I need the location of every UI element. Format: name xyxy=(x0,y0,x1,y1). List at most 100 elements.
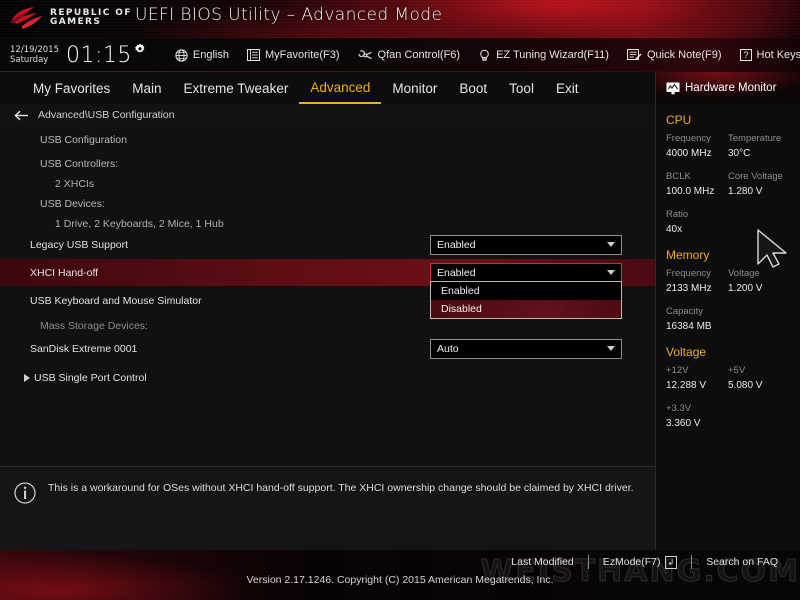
gear-icon[interactable] xyxy=(134,42,146,60)
row-label-xhci-hand-off: XHCI Hand-off xyxy=(30,266,99,279)
row-label-legacy-usb-support: Legacy USB Support xyxy=(30,238,129,251)
hw-key-plus12v: +12V xyxy=(666,365,689,376)
toolbar-label-english: English xyxy=(192,49,229,61)
hw-val-memory-frequency: 2133 MHz xyxy=(666,283,712,294)
hw-row-cpu-2: Ratio 40x xyxy=(656,207,800,239)
page-title: UEFI BIOS Utility – Advanced Mode xyxy=(135,5,443,25)
hw-section-cpu: CPU xyxy=(666,113,692,127)
combo-legacy-usb-support[interactable]: Enabled xyxy=(430,234,622,255)
hw-section-voltage: Voltage xyxy=(666,345,707,359)
hardware-monitor-panel: Hardware Monitor CPU Frequency 4000 MHz … xyxy=(655,72,800,550)
hw-section-memory: Memory xyxy=(666,248,710,262)
toolbar-label-hotkeys: Hot Keys xyxy=(756,49,800,61)
title-banner: REPUBLIC OF GAMERS UEFI BIOS Utility – A… xyxy=(0,0,800,38)
hw-row-cpu-1: BCLK 100.0 MHz Core Voltage 1.280 V xyxy=(656,169,800,201)
row-usb-single-port-control[interactable]: USB Single Port Control xyxy=(0,364,655,391)
note-icon xyxy=(626,49,642,60)
hw-val-cpu-core-voltage: 1.280 V xyxy=(728,186,763,197)
list-icon xyxy=(246,49,260,61)
hw-row-voltage-1: +3.3V 3.360 V xyxy=(656,401,800,433)
toolbar-item-myfavorite[interactable]: MyFavorite(F3) xyxy=(238,38,349,72)
footer-ez-mode[interactable]: EzMode(F7) ↲ xyxy=(589,555,691,569)
wizard-icon xyxy=(480,49,489,61)
dropdown-xhci-hand-off[interactable]: Enabled Disabled xyxy=(430,281,622,319)
hw-val-cpu-frequency: 4000 MHz xyxy=(666,148,712,159)
main-tabbar: My Favorites Main Extreme Tweaker Advanc… xyxy=(0,72,655,104)
row-label-sandisk-extreme: SanDisk Extreme 0001 xyxy=(30,342,138,355)
hw-val-plus33v: 3.360 V xyxy=(666,418,701,429)
hw-val-memory-voltage: 1.200 V xyxy=(728,283,763,294)
arrow-left-icon[interactable] xyxy=(14,110,29,121)
weekday-label: Saturday xyxy=(10,55,49,65)
toolbar-label-quicknote: Quick Note(F9) xyxy=(646,49,722,61)
clock-label: 01:15 xyxy=(66,42,132,68)
combo-value-xhci-hand-off: Enabled xyxy=(437,266,476,279)
row-legacy-usb-support[interactable]: Legacy USB Support Enabled xyxy=(0,231,655,258)
rog-logo: REPUBLIC OF GAMERS xyxy=(10,5,132,31)
tab-monitor[interactable]: Monitor xyxy=(381,72,448,104)
rog-eye-icon xyxy=(11,7,42,29)
hw-key-memory-frequency: Frequency xyxy=(666,268,711,279)
hw-val-plus5v: 5.080 V xyxy=(728,380,763,391)
chevron-down-icon xyxy=(607,270,615,275)
expand-triangle-icon xyxy=(24,373,30,382)
usb-devices-label: USB Devices: xyxy=(40,198,105,210)
row-label-usb-kbm-simulator: USB Keyboard and Mouse Simulator xyxy=(30,294,202,307)
svg-text:?: ? xyxy=(743,50,748,60)
usb-devices-value: 1 Drive, 2 Keyboards, 2 Mice, 1 Hub xyxy=(55,218,224,230)
chevron-down-icon xyxy=(607,242,615,247)
toolbar-item-english[interactable]: English xyxy=(166,38,238,72)
footer-last-modified[interactable]: Last Modified xyxy=(497,556,587,568)
date-label: 12/19/2015 xyxy=(10,45,59,55)
tab-boot[interactable]: Boot xyxy=(448,72,498,104)
hw-key-memory-voltage: Voltage xyxy=(728,268,760,279)
combo-xhci-hand-off[interactable]: Enabled xyxy=(430,262,622,283)
tab-tool[interactable]: Tool xyxy=(498,72,545,104)
globe-icon xyxy=(175,48,188,62)
tab-exit[interactable]: Exit xyxy=(545,72,590,104)
dropdown-option-enabled[interactable]: Enabled xyxy=(431,282,621,300)
breadcrumb-path: Advanced\USB Configuration xyxy=(38,109,175,121)
hw-key-cpu-ratio: Ratio xyxy=(666,209,689,220)
rog-line2: GAMERS xyxy=(50,17,102,27)
footer-ez-mode-label: EzMode(F7) xyxy=(602,556,661,568)
hw-val-cpu-ratio: 40x xyxy=(666,224,683,235)
tab-my-favorites[interactable]: My Favorites xyxy=(22,72,121,104)
dropdown-option-disabled[interactable]: Disabled xyxy=(431,300,621,318)
breadcrumb: Advanced\USB Configuration xyxy=(0,104,655,126)
help-bar: This is a workaround for OSes without XH… xyxy=(0,466,655,550)
usb-config-heading: USB Configuration xyxy=(40,134,127,146)
footer-version: Version 2.17.1246. Copyright (C) 2015 Am… xyxy=(246,574,554,586)
combo-sandisk-extreme[interactable]: Auto xyxy=(430,338,622,359)
help-text: This is a workaround for OSes without XH… xyxy=(48,482,634,494)
enter-key-icon: ↲ xyxy=(664,555,678,569)
row-sandisk-extreme[interactable]: SanDisk Extreme 0001 Auto xyxy=(0,335,655,362)
usb-controllers-value: 2 XHCIs xyxy=(55,178,95,190)
toolbar-item-qfan[interactable]: Qfan Control(F6) xyxy=(349,38,470,72)
monitor-icon xyxy=(666,82,680,94)
toolbar-item-eztuning[interactable]: EZ Tuning Wizard(F11) xyxy=(469,38,618,72)
hardware-monitor-title: Hardware Monitor xyxy=(685,82,777,94)
bios-screen: REPUBLIC OF GAMERS UEFI BIOS Utility – A… xyxy=(0,0,800,600)
tab-main[interactable]: Main xyxy=(121,72,172,104)
top-toolbar: 12/19/2015 Saturday 01:15 English MyFavo… xyxy=(0,38,800,72)
footer-search-faq[interactable]: Search on FAQ xyxy=(692,556,792,568)
mass-storage-label: Mass Storage Devices: xyxy=(40,320,148,332)
hw-key-plus33v: +3.3V xyxy=(666,403,692,414)
toolbar-item-quicknote[interactable]: Quick Note(F9) xyxy=(618,38,731,72)
tab-extreme-tweaker[interactable]: Extreme Tweaker xyxy=(173,72,300,104)
info-icon xyxy=(14,482,36,504)
hw-val-cpu-bclk: 100.0 MHz xyxy=(666,186,715,197)
tab-advanced[interactable]: Advanced xyxy=(299,72,382,104)
hardware-monitor-header: Hardware Monitor xyxy=(656,72,800,104)
hw-key-cpu-temperature: Temperature xyxy=(728,133,782,144)
datetime-block: 12/19/2015 Saturday 01:15 xyxy=(0,43,146,68)
hw-val-cpu-temperature: 30°C xyxy=(728,148,751,159)
toolbar-item-hotkeys[interactable]: ? Hot Keys xyxy=(731,38,800,72)
hw-row-cpu-0: Frequency 4000 MHz Temperature 30°C xyxy=(656,131,800,163)
footer-links: Last Modified EzMode(F7) ↲ Search on FAQ xyxy=(497,552,792,572)
combo-value-legacy-usb-support: Enabled xyxy=(437,238,476,251)
hw-key-cpu-frequency: Frequency xyxy=(666,133,711,144)
hw-key-cpu-bclk: BCLK xyxy=(666,171,691,182)
fan-icon xyxy=(357,49,372,59)
